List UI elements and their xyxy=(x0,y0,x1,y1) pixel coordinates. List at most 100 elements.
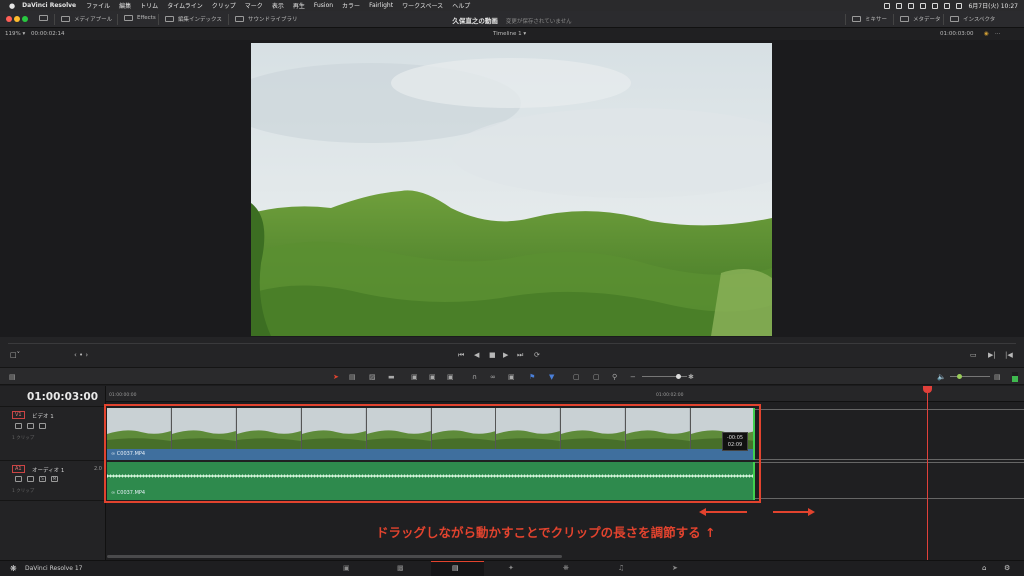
play-icon[interactable]: ▶ xyxy=(503,351,508,359)
menubar-clock[interactable]: 6月7日(火) 10:27 xyxy=(968,1,1018,10)
menu-help[interactable]: ヘルプ xyxy=(452,1,470,10)
go-to-end-icon[interactable]: ⏭ xyxy=(517,351,523,360)
blade-tool-icon[interactable]: ▬ xyxy=(388,373,395,381)
viewer-scrubber[interactable] xyxy=(8,343,1016,344)
audio-track-autoselect-icon[interactable] xyxy=(27,476,34,482)
inspector-button[interactable]: インスペクタ xyxy=(950,15,995,23)
record-timecode: 01:00:03:00 xyxy=(940,31,974,37)
menu-playback[interactable]: 再生 xyxy=(293,1,305,10)
in-out-icon[interactable]: ▭ xyxy=(970,351,977,359)
lock-icon[interactable]: ▣ xyxy=(508,373,515,381)
play-reverse-icon[interactable]: ◀ xyxy=(474,351,479,359)
menu-clip[interactable]: クリップ xyxy=(212,1,236,10)
timeline-dropdown[interactable]: Timeline 1 ▾ xyxy=(493,31,526,37)
timeline-name: Timeline 1 xyxy=(493,31,522,37)
status-icon-1[interactable] xyxy=(884,2,891,9)
loop-icon[interactable]: ⟳ xyxy=(534,351,540,359)
control-center-icon[interactable] xyxy=(956,2,963,9)
menu-edit[interactable]: 編集 xyxy=(119,1,131,10)
overwrite-clip-icon[interactable]: ▣ xyxy=(429,373,436,381)
go-to-start-icon[interactable]: ⏮ xyxy=(458,351,464,360)
apple-menu-icon[interactable]: ● xyxy=(9,2,15,10)
video-track-header[interactable]: V1 ビデオ 1 1 クリップ xyxy=(0,406,106,460)
audio-track-mute-button[interactable]: M xyxy=(51,476,58,482)
media-page-icon[interactable]: ▣ xyxy=(343,564,350,572)
fusion-page-icon[interactable]: ✦ xyxy=(508,564,514,572)
stop-icon[interactable]: ■ xyxy=(489,351,496,359)
replace-clip-icon[interactable]: ▣ xyxy=(447,373,454,381)
audio-track-solo-button[interactable]: S xyxy=(39,476,46,482)
edit-page-icon[interactable]: ▤ xyxy=(452,564,459,572)
video-track-disable-icon[interactable] xyxy=(39,423,46,429)
brand-label: DaVinci Resolve 17 xyxy=(25,565,83,572)
wifi-icon[interactable] xyxy=(932,2,939,9)
volume-slider-handle[interactable] xyxy=(957,374,962,379)
menu-workspace[interactable]: ワークスペース xyxy=(402,1,443,10)
timeline-view-options-icon[interactable]: ▤ xyxy=(9,373,16,381)
menu-timeline[interactable]: タイムライン xyxy=(167,1,203,10)
zoom-slider-handle[interactable] xyxy=(676,374,681,379)
viewer-header: 119% ▾ 00:00:02:14 Timeline 1 ▾ 01:00:03… xyxy=(0,28,1024,40)
home-icon[interactable]: ⌂ xyxy=(982,564,986,572)
deliver-page-icon[interactable]: ➤ xyxy=(672,564,678,572)
volume-slider[interactable] xyxy=(950,376,990,377)
menu-fairlight[interactable]: Fairlight xyxy=(369,2,393,9)
annotation-arrow-right xyxy=(773,511,809,513)
annotation-caption: ドラッグしながら動かすことでクリップの長さを調節する ↑ xyxy=(376,525,716,540)
menu-fusion[interactable]: Fusion xyxy=(314,2,333,9)
next-frame-icon[interactable]: ▶| xyxy=(988,351,996,359)
audio-track-header[interactable]: A1 オーディオ 1 2.0 S M 1 クリップ xyxy=(0,460,106,500)
audio-track-lock-icon[interactable] xyxy=(15,476,22,482)
inspector-icon xyxy=(950,16,959,22)
audio-track-name[interactable]: オーディオ 1 xyxy=(32,466,64,474)
menu-trim[interactable]: トリム xyxy=(140,1,158,10)
ruler-label-0: 01:00:00:00 xyxy=(109,393,137,398)
search-icon[interactable] xyxy=(944,2,951,9)
meter-icon[interactable]: ▤ xyxy=(994,373,1001,381)
trim-tool-icon[interactable]: ▤ xyxy=(349,373,356,381)
status-icon-2[interactable] xyxy=(896,2,903,9)
marker-icon[interactable]: ▼ xyxy=(549,373,554,381)
menu-view[interactable]: 表示 xyxy=(272,1,284,10)
video-track-name[interactable]: ビデオ 1 xyxy=(32,412,54,420)
settings-gear-icon[interactable]: ⚙ xyxy=(1004,564,1010,572)
cut-page-icon[interactable]: ▩ xyxy=(397,564,404,572)
metadata-button[interactable]: メタデータ xyxy=(900,15,941,23)
prev-edit-icon[interactable]: |◀ xyxy=(1005,351,1013,359)
page-navigation-bar: ❋ DaVinci Resolve 17 ▣ ▩ ▤ ✦ ❋ ♫ ➤ ⌂ ⚙ xyxy=(0,560,1024,576)
timeline-horizontal-scrollbar[interactable] xyxy=(107,555,562,558)
video-track-autoselect-icon[interactable] xyxy=(27,423,34,429)
status-icon-4[interactable] xyxy=(920,2,927,9)
menu-app[interactable]: DaVinci Resolve xyxy=(22,2,76,9)
selection-tool-icon[interactable]: ➤ xyxy=(333,373,339,381)
viewer-nav-icon[interactable]: ‹ • › xyxy=(74,351,88,359)
status-icon-3[interactable] xyxy=(908,2,915,9)
mixer-button[interactable]: ミキサー xyxy=(852,15,887,23)
zoom-out-icon[interactable]: − xyxy=(630,373,636,381)
zoom-dropdown[interactable]: 119% ▾ xyxy=(5,31,25,37)
color-page-icon[interactable]: ❋ xyxy=(563,564,569,572)
zoom-in-icon[interactable]: ✱ xyxy=(688,373,694,381)
menu-mark[interactable]: マーク xyxy=(245,1,263,10)
snapping-icon[interactable]: ∩ xyxy=(472,373,477,381)
dynamic-trim-icon[interactable]: ▨ xyxy=(369,373,376,381)
zoom-full-icon[interactable]: ▢ xyxy=(573,373,580,381)
zoom-detail-icon[interactable]: ▢ xyxy=(593,373,600,381)
menu-file[interactable]: ファイル xyxy=(86,1,110,10)
link-icon[interactable]: ∞ xyxy=(490,373,496,381)
audio-track-id[interactable]: A1 xyxy=(12,465,25,473)
viewer-menu-icon[interactable]: ⋯ xyxy=(995,31,1001,37)
fairlight-page-icon[interactable]: ♫ xyxy=(618,564,624,572)
timeline-ruler[interactable]: 01:00:00:00 01:00:02:00 xyxy=(106,386,1024,402)
volume-icon[interactable]: 🔈 xyxy=(937,373,946,381)
zoom-custom-icon[interactable]: ⚲ xyxy=(612,373,617,381)
arrow-left-head-icon xyxy=(699,508,706,516)
clip-select-icon[interactable]: □˅ xyxy=(10,351,20,359)
playhead[interactable] xyxy=(927,390,928,560)
menu-color[interactable]: カラー xyxy=(342,1,360,10)
video-track-id[interactable]: V1 xyxy=(12,411,25,419)
video-track-lock-icon[interactable] xyxy=(15,423,22,429)
viewer-options-icon[interactable]: ◉ xyxy=(984,31,989,37)
flag-icon[interactable]: ⚑ xyxy=(529,373,535,381)
insert-clip-icon[interactable]: ▣ xyxy=(411,373,418,381)
